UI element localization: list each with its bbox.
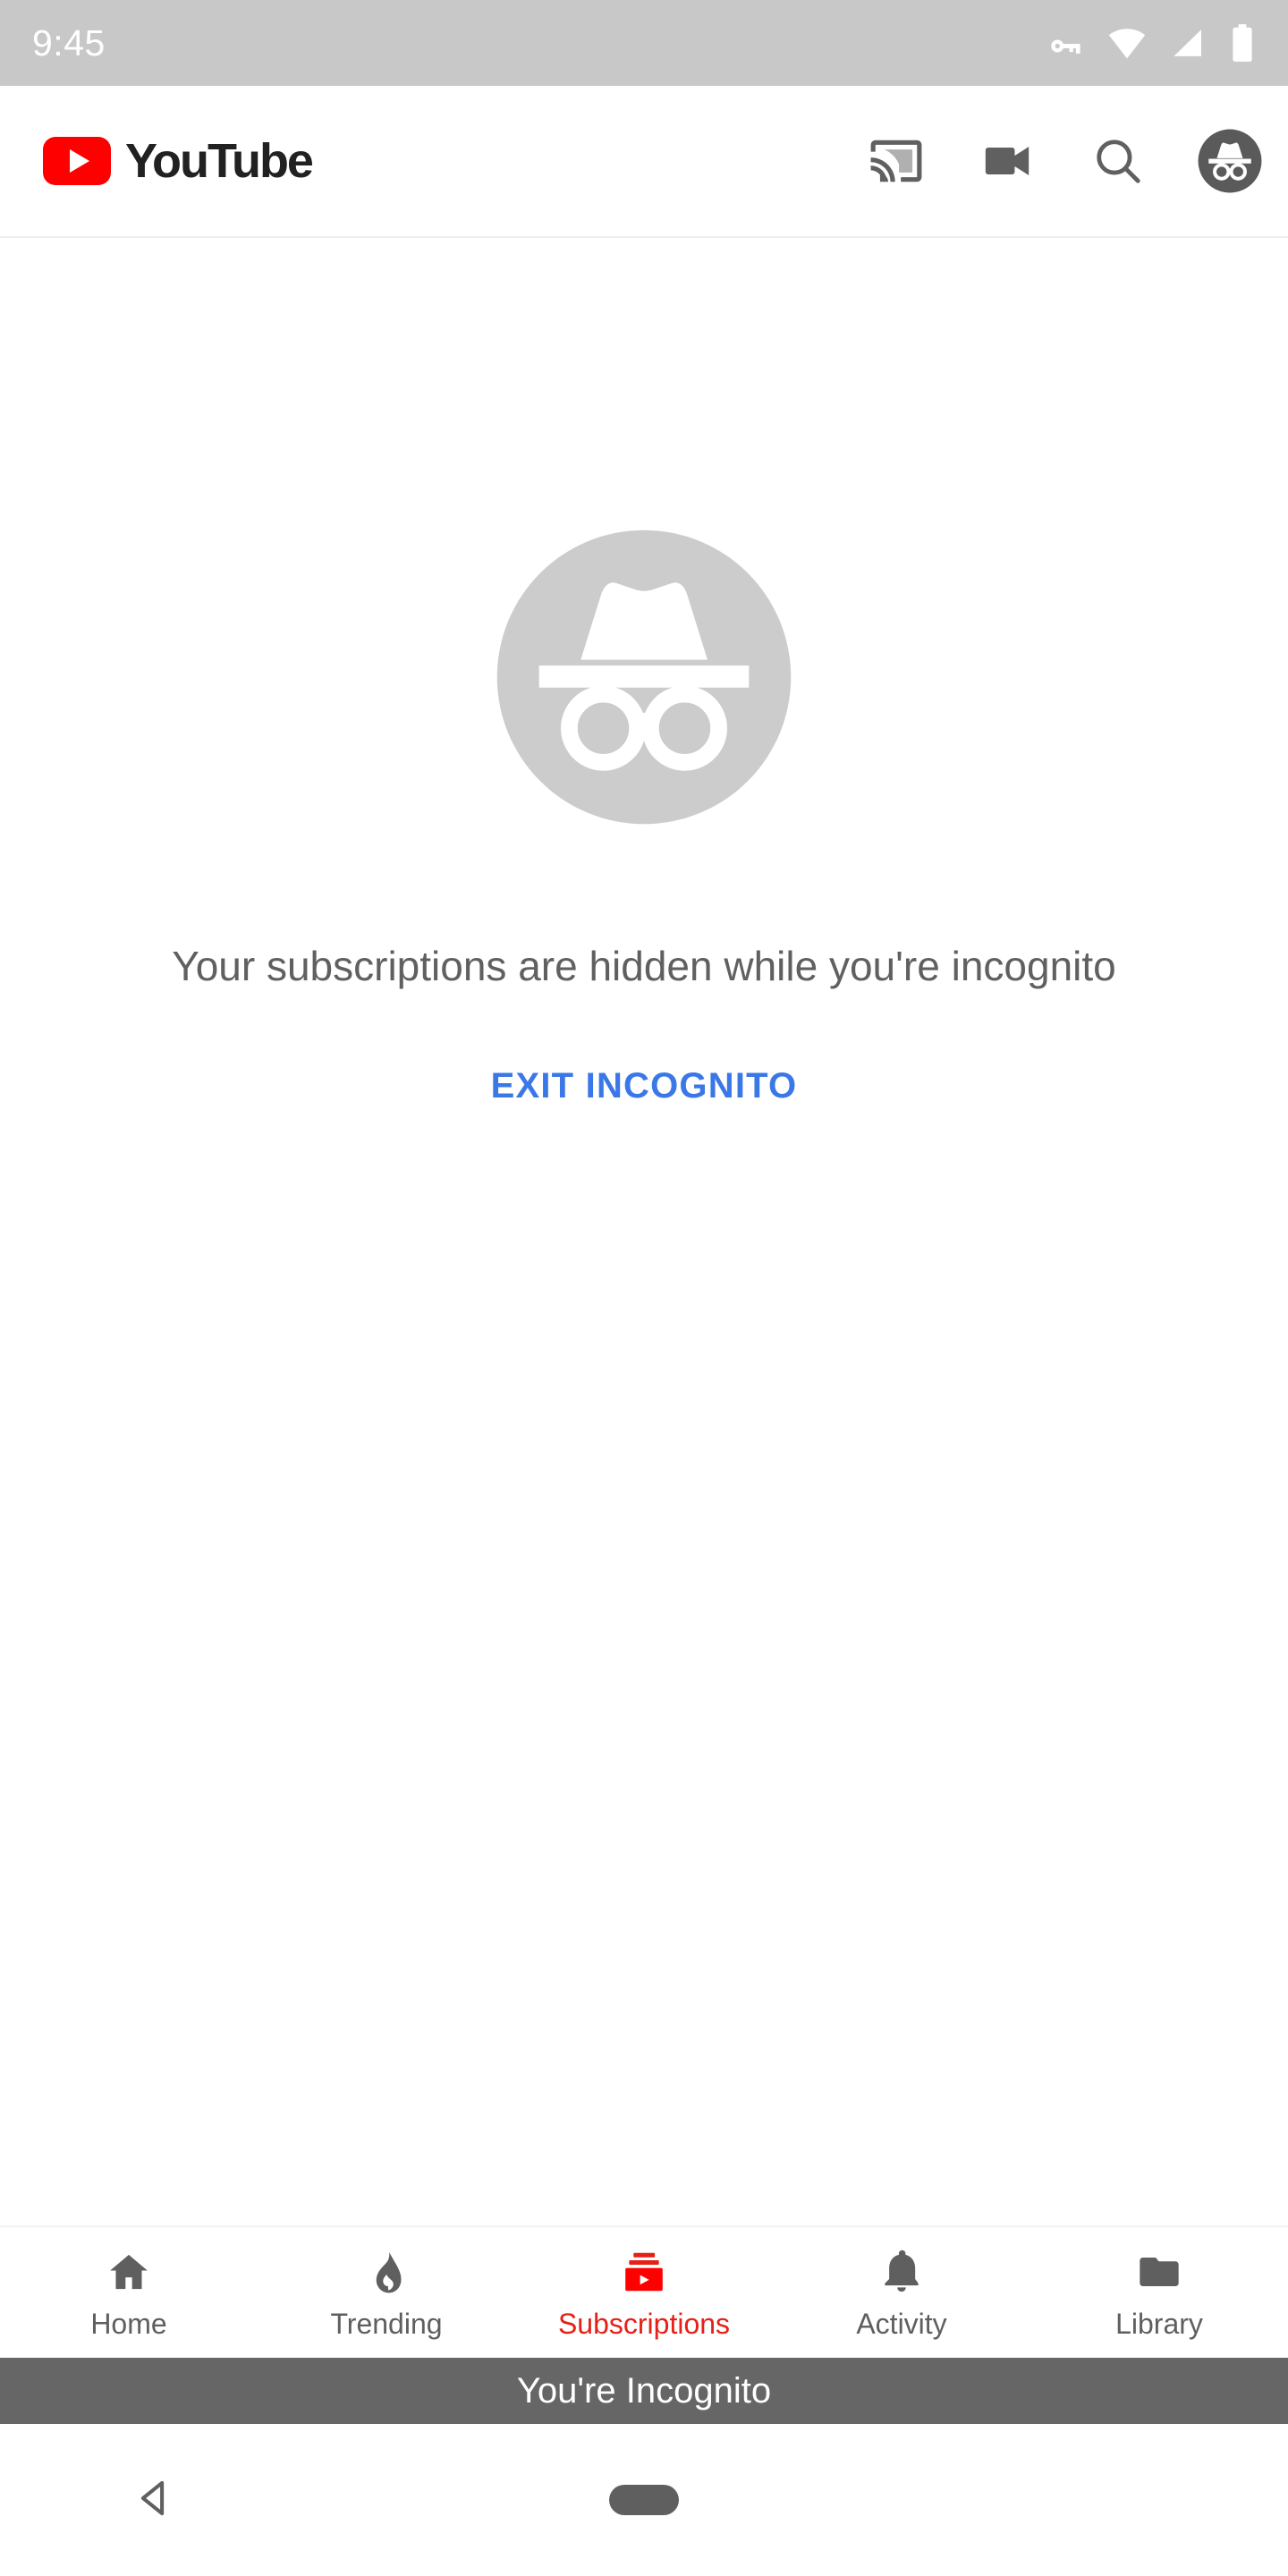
incognito-illustration [487,520,801,835]
youtube-incognito-screen: 9:45 YouTube Your subscriptions are hidd… [0,0,1288,2576]
video-camera-icon[interactable] [975,129,1039,193]
cast-icon[interactable] [864,129,928,193]
folder-icon [1136,2245,1182,2295]
back-button[interactable] [131,2474,179,2527]
empty-state-message: Your subscriptions are hidden while you'… [172,943,1116,989]
incognito-avatar-icon[interactable] [1197,128,1263,194]
tab-activity[interactable]: Activity [773,2227,1030,2358]
tab-label-library: Library [1115,2307,1203,2340]
cellular-signal-icon [1170,24,1208,62]
header-actions [864,128,1263,194]
home-button[interactable] [609,2485,679,2515]
tab-trending[interactable]: Trending [258,2227,515,2358]
flame-icon [363,2245,410,2295]
tab-label-home: Home [90,2307,167,2340]
exit-incognito-button[interactable]: EXIT INCOGNITO [491,1066,798,1106]
tab-label-subscriptions: Subscriptions [557,2307,731,2340]
tab-label-activity: Activity [856,2307,947,2340]
youtube-wordmark: YouTube [125,134,314,188]
vpn-key-icon [1046,24,1084,62]
incognito-banner-text: You're Incognito [516,2370,772,2411]
android-navigation-bar [0,2424,1288,2576]
status-bar-icons [1046,23,1254,63]
tab-label-trending: Trending [330,2307,443,2340]
bottom-tab-bar: Home Trending Subscriptions Activity Lib… [0,2225,1288,2358]
subscriptions-empty-state: Your subscriptions are hidden while you'… [0,238,1288,2225]
tab-library[interactable]: Library [1030,2227,1288,2358]
status-bar-clock: 9:45 [32,21,106,64]
bell-icon [878,2245,925,2295]
incognito-banner: You're Incognito [0,2358,1288,2424]
home-icon [106,2245,152,2295]
youtube-play-icon [43,137,111,185]
app-header: YouTube [0,86,1288,238]
tab-home[interactable]: Home [0,2227,258,2358]
wifi-icon [1107,24,1147,62]
youtube-logo[interactable]: YouTube [43,133,314,189]
tab-subscriptions[interactable]: Subscriptions [515,2227,773,2358]
search-icon[interactable] [1086,129,1150,193]
battery-icon [1231,23,1254,63]
status-bar: 9:45 [0,0,1288,86]
subscriptions-icon [621,2245,667,2295]
